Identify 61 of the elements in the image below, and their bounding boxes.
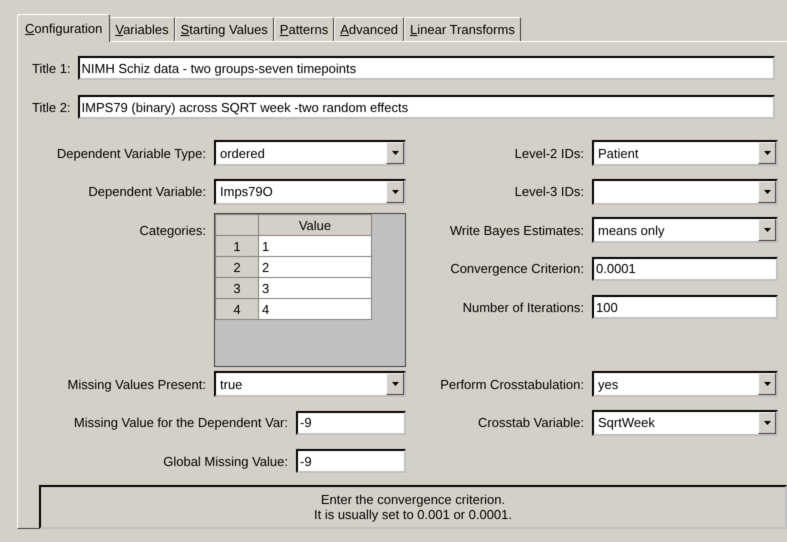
status-text: Enter the convergence criterion. [320,492,506,506]
input-field[interactable]: NIMH Schiz data - two groups-seven timepoints [78,56,775,80]
input-field[interactable]: -9 [296,410,406,435]
tab[interactable]: Configuration [17,14,110,42]
caret-icon [764,420,770,425]
field-label: Level-2 IDs: [514,146,584,161]
dropdown[interactable]: means only [592,217,778,244]
field-label: Convergence Criterion: [450,261,584,276]
input-field[interactable]: 100 [592,295,778,320]
field-label: Categories: [140,222,206,238]
field-label: Title 2: [32,100,71,114]
dropdown-value: SqrtWeek [597,415,656,430]
table-cell[interactable]: 1 [258,236,372,256]
column-header: Value [258,214,372,236]
field-label: Global Missing Value: [163,454,288,469]
tab[interactable]: Linear Transforms [404,17,521,41]
dropdown-value: ordered [219,146,266,161]
tab[interactable]: Variables [109,17,175,41]
row-header: 2 [216,256,258,278]
field-label: Level-3 IDs: [514,184,584,200]
dropdown[interactable]: Imps79O [214,178,406,205]
field-label: Dependent Variable: [88,184,206,200]
caret-icon [764,382,770,386]
row-header: 4 [216,298,258,320]
caret-icon [392,151,398,156]
row-header: 1 [216,236,258,256]
input-field[interactable]: -9 [296,449,406,474]
dropdown-value: yes [597,376,620,392]
field-label: Crosstab Variable: [478,415,584,430]
table-cell[interactable]: 3 [258,278,372,298]
dropdown-value: Imps79O [219,184,274,200]
dropdown[interactable]: SqrtWeek [592,410,778,436]
caret-icon [392,382,398,386]
input-field[interactable]: IMPS79 (binary) across SQRT week -two random effects [78,95,775,119]
dropdown-value: true [219,376,244,392]
field-label: Title 1: [32,60,71,76]
caret-icon [392,190,398,194]
tab[interactable]: Starting Values [174,17,274,41]
dropdown[interactable]: yes [592,371,778,398]
table-cell[interactable]: 2 [258,256,372,278]
dropdown[interactable]: ordered [214,140,406,166]
row-header: 3 [216,278,258,298]
dropdown-value: means only [597,222,666,238]
field-label: Dependent Variable Type: [56,146,206,161]
field-label: Missing Values Present: [68,376,206,392]
dropdown[interactable]: Patient [592,140,778,166]
input-field[interactable]: 0.0001 [592,256,778,281]
tab[interactable]: Patterns [274,17,334,41]
dropdown[interactable] [592,178,778,205]
field-label: Number of Iterations: [462,300,584,315]
caret-icon [764,190,770,194]
dropdown-value: Patient [597,146,640,161]
caret-icon [764,228,770,232]
field-label: Perform Crosstabulation: [440,376,584,392]
field-label: Missing Value for the Dependent Var: [74,415,288,430]
tab[interactable]: Advanced [334,17,404,41]
status-text: It is usually set to 0.001 or 0.0001. [314,506,512,522]
dropdown[interactable]: true [214,371,406,398]
table-cell[interactable]: 4 [258,298,372,320]
caret-icon [764,151,770,156]
field-label: Write Bayes Estimates: [450,222,584,238]
